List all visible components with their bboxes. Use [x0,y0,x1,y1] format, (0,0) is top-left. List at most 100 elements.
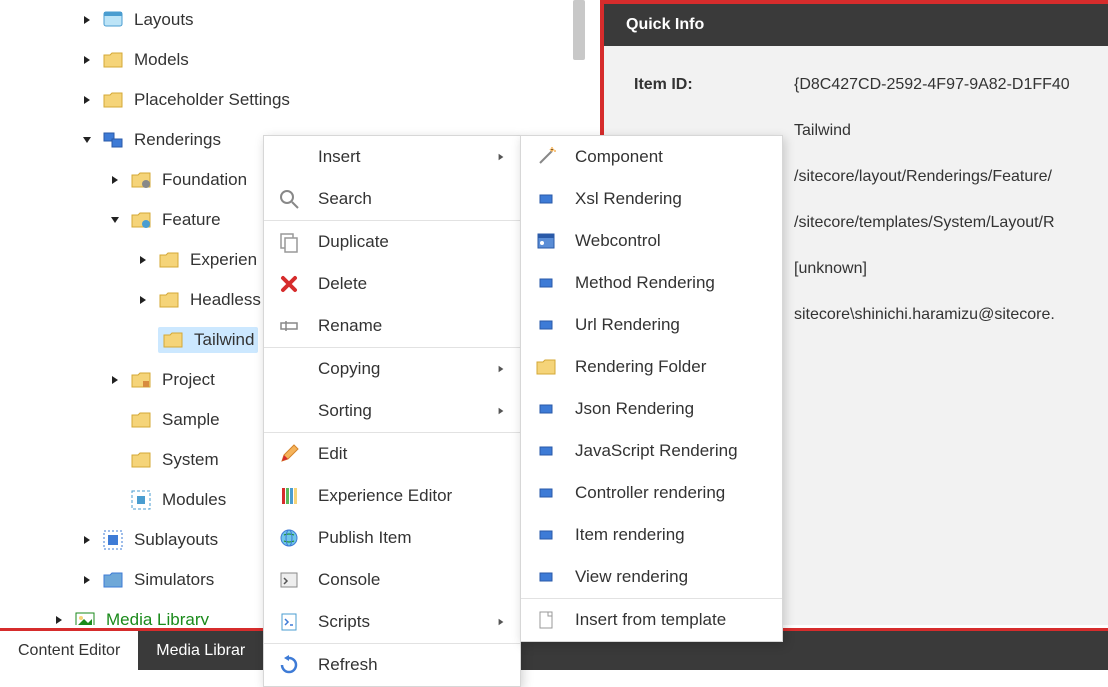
modules-icon [130,489,152,511]
delete-icon [278,273,300,295]
submenu-arrow-icon [496,618,506,626]
expand-arrow-icon[interactable] [80,13,94,27]
folder-icon [535,356,557,378]
tree-label: System [162,450,219,470]
tree-label: Project [162,370,215,390]
expand-arrow-icon[interactable] [80,573,94,587]
sublayouts-icon [102,529,124,551]
folder-icon [162,329,184,351]
duplicate-icon [278,231,300,253]
folder-gear-icon [130,169,152,191]
folder-icon [102,89,124,111]
tree-label: Placeholder Settings [134,90,290,110]
rename-icon [278,315,300,337]
submenu-url-rendering[interactable]: Url Rendering [521,304,782,346]
tree-item-placeholder-settings[interactable]: Placeholder Settings [0,80,585,120]
expand-arrow-icon[interactable] [136,293,150,307]
submenu-component[interactable]: Component [521,136,782,178]
expand-arrow-icon[interactable] [80,53,94,67]
rendering-icon [535,398,557,420]
submenu-item-rendering[interactable]: Item rendering [521,514,782,556]
menu-experience-editor[interactable]: Experience Editor [264,475,520,517]
rendering-icon [535,566,557,588]
folder-cube-icon [130,369,152,391]
context-menu: Insert Search Duplicate Delete Rename Co… [263,135,521,687]
tab-content-editor[interactable]: Content Editor [0,631,138,670]
scrollbar[interactable] [573,0,585,60]
menu-scripts[interactable]: Scripts [264,601,520,643]
submenu-xsl-rendering[interactable]: Xsl Rendering [521,178,782,220]
tree-label: Feature [162,210,221,230]
tree-label: Tailwind [194,330,254,350]
item-path-value: /sitecore/layout/Renderings/Feature/ [794,168,1052,186]
folder-icon [130,409,152,431]
tree-label: Sublayouts [134,530,218,550]
rendering-icon [535,188,557,210]
info-row-item-id: Item ID: {D8C427CD-2592-4F97-9A82-D1FF40 [634,76,1078,94]
blank-icon [278,146,300,168]
submenu-rendering-folder[interactable]: Rendering Folder [521,346,782,388]
collapse-arrow-icon[interactable] [108,213,122,227]
submenu-insert-from-template[interactable]: Insert from template [521,599,782,641]
menu-rename[interactable]: Rename [264,305,520,347]
submenu-json-rendering[interactable]: Json Rendering [521,388,782,430]
refresh-icon [278,654,300,676]
expand-arrow-icon[interactable] [80,93,94,107]
rendering-icon [535,524,557,546]
item-name-value: Tailwind [794,122,851,140]
submenu-controller-rendering[interactable]: Controller rendering [521,472,782,514]
created-from-value: [unknown] [794,260,867,278]
rendering-icon [535,440,557,462]
folder-icon [130,449,152,471]
menu-publish-item[interactable]: Publish Item [264,517,520,559]
menu-duplicate[interactable]: Duplicate [264,221,520,263]
submenu-view-rendering[interactable]: View rendering [521,556,782,598]
collapse-arrow-icon[interactable] [80,133,94,147]
submenu-arrow-icon [496,365,506,373]
rendering-icon [535,482,557,504]
menu-edit[interactable]: Edit [264,433,520,475]
template-icon [535,609,557,631]
expand-arrow-icon[interactable] [108,373,122,387]
menu-copying[interactable]: Copying [264,348,520,390]
tree-label: Modules [162,490,226,510]
submenu-method-rendering[interactable]: Method Rendering [521,262,782,304]
globe-icon [278,527,300,549]
expand-arrow-icon[interactable] [80,533,94,547]
wand-icon [535,146,557,168]
quick-info-header: Quick Info [604,0,1108,46]
tree-label: Simulators [134,570,214,590]
expand-arrow-icon[interactable] [108,173,122,187]
submenu-webcontrol[interactable]: Webcontrol [521,220,782,262]
tree-label: Experien [190,250,257,270]
menu-sorting[interactable]: Sorting [264,390,520,432]
submenu-arrow-icon [496,153,506,161]
tree-label: Foundation [162,170,247,190]
rendering-icon [535,314,557,336]
expand-arrow-icon[interactable] [136,253,150,267]
pencils-icon [278,485,300,507]
tree-label: Renderings [134,130,221,150]
submenu-javascript-rendering[interactable]: JavaScript Rendering [521,430,782,472]
template-path-value: /sitecore/templates/System/Layout/R [794,214,1055,232]
menu-delete[interactable]: Delete [264,263,520,305]
folder-icon [102,49,124,71]
menu-insert[interactable]: Insert [264,136,520,178]
tab-media-library[interactable]: Media Librar [138,631,263,670]
item-id-value: {D8C427CD-2592-4F97-9A82-D1FF40 [794,76,1070,94]
owner-value: sitecore\shinichi.haramizu@sitecore. [794,306,1055,324]
folder-icon [158,249,180,271]
renderings-icon [102,129,124,151]
tree-label: Layouts [134,10,194,30]
tree-item-models[interactable]: Models [0,40,585,80]
item-id-label: Item ID: [634,76,794,94]
menu-console[interactable]: Console [264,559,520,601]
menu-search[interactable]: Search [264,178,520,220]
blank-icon [278,400,300,422]
image-icon [74,609,96,625]
expand-arrow-icon[interactable] [52,613,66,625]
menu-refresh[interactable]: Refresh [264,644,520,686]
tree-item-layouts[interactable]: Layouts [0,0,585,40]
tree-label: Media Library [106,610,209,625]
tree-label: Sample [162,410,220,430]
